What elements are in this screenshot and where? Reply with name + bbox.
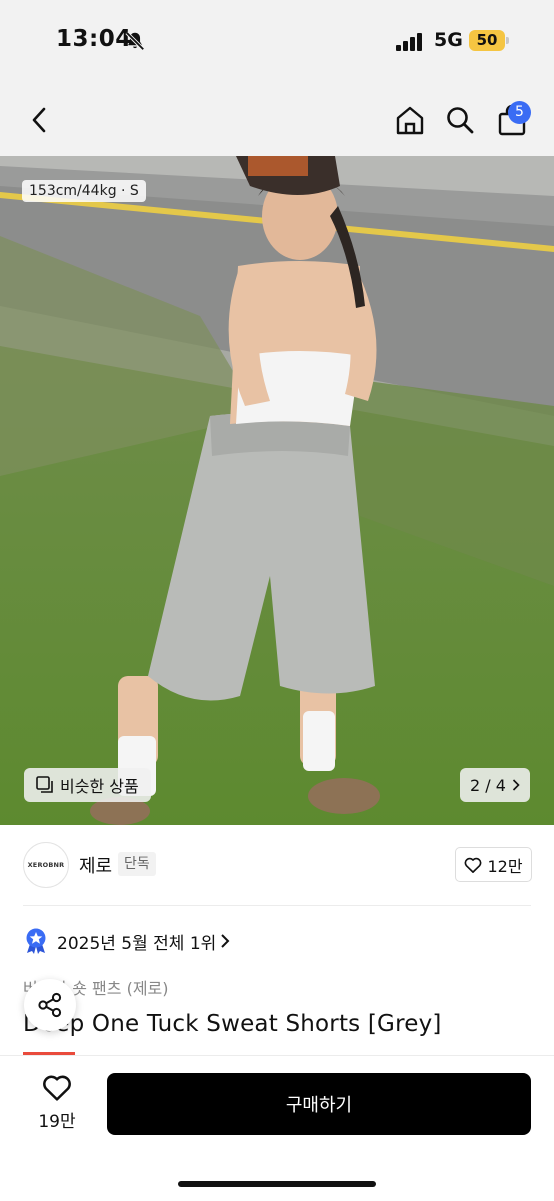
wishlist-button[interactable]: 19만 (30, 1074, 84, 1136)
ranking-text[interactable]: 2025년 5월 전체 1위 (57, 929, 216, 954)
network-label: 5G (434, 29, 463, 51)
battery-indicator: 50 (469, 30, 505, 51)
product-image[interactable] (0, 156, 554, 825)
share-button[interactable] (24, 979, 76, 1031)
battery-tip (506, 37, 509, 44)
search-icon (447, 107, 474, 134)
home-button[interactable] (390, 100, 430, 140)
product-photo-illustration (0, 156, 554, 825)
page-indicator-label: 2 / 4 (470, 775, 506, 795)
heart-icon (465, 857, 482, 873)
divider (23, 905, 531, 906)
buy-button[interactable]: 구매하기 (107, 1073, 531, 1135)
ranking-badge-icon (26, 928, 46, 954)
chevron-left-icon (32, 107, 46, 133)
status-time: 13:04 (56, 26, 132, 52)
similar-products-button[interactable]: 비슷한 상품 (24, 768, 151, 802)
share-icon (38, 992, 62, 1018)
exclusive-badge: 단독 (118, 852, 156, 876)
model-size-chip: 153cm/44kg · S (22, 180, 146, 202)
cart-count-badge: 5 (508, 101, 531, 124)
brand-like-count: 12만 (487, 856, 523, 876)
wishlist-count: 19만 (38, 1112, 76, 1132)
home-indicator (178, 1181, 376, 1187)
product-title: Deep One Tuck Sweat Shorts [Grey] (23, 1011, 442, 1037)
home-icon (396, 106, 424, 135)
chevron-right-icon (512, 779, 520, 791)
brand-logo[interactable]: XEROBNR (23, 842, 69, 888)
bell-muted-icon (125, 31, 145, 51)
heart-icon (43, 1075, 71, 1101)
back-button[interactable] (20, 100, 60, 140)
similar-icon (36, 776, 53, 793)
brand-like-button[interactable]: 12만 (455, 847, 532, 882)
brand-name[interactable]: 제로 (79, 852, 112, 878)
similar-products-label: 비슷한 상품 (60, 777, 139, 796)
signal-icon (396, 33, 422, 51)
search-button[interactable] (440, 100, 480, 140)
image-page-indicator[interactable]: 2 / 4 (460, 768, 530, 802)
chevron-right-icon (221, 934, 230, 948)
